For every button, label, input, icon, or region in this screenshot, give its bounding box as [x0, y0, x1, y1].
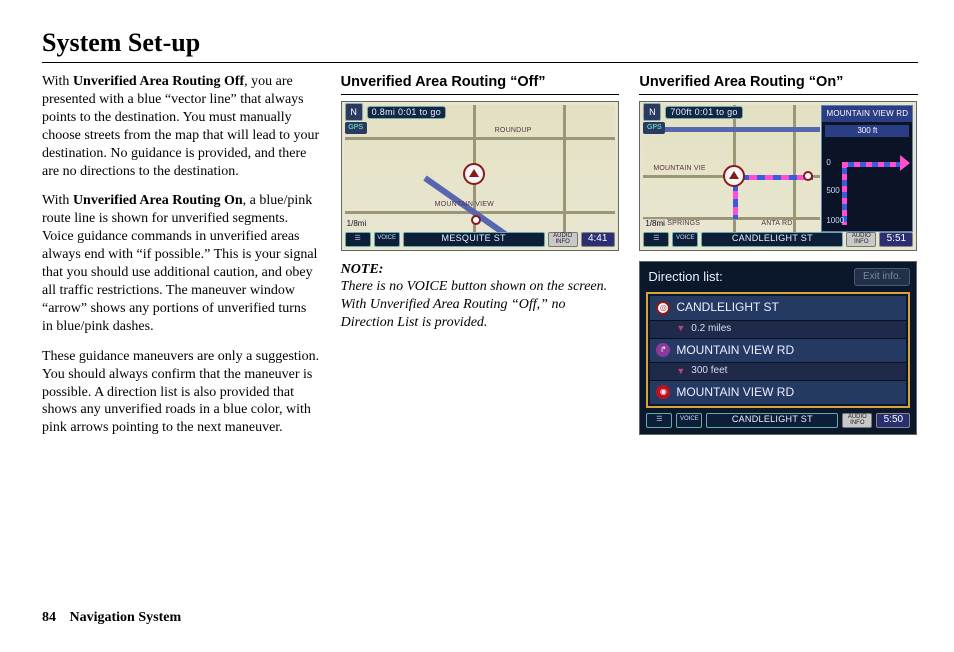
- text: With: [42, 74, 73, 89]
- vehicle-marker-icon: [463, 163, 485, 185]
- paragraph: With Unverified Area Routing On, a blue/…: [42, 192, 321, 335]
- body-column-1: With Unverified Area Routing Off, you ar…: [42, 73, 321, 449]
- subheading-off: Unverified Area Routing “Off”: [341, 73, 620, 92]
- turn-icon: ↱: [656, 343, 670, 357]
- direction-text: MOUNTAIN VIEW RD: [676, 343, 794, 358]
- clock: 5:51: [879, 232, 913, 247]
- paragraph: These guidance maneuvers are only a sugg…: [42, 348, 321, 438]
- direction-row[interactable]: ◉ MOUNTAIN VIEW RD: [650, 381, 906, 404]
- maneuver-arrow-icon: [842, 162, 847, 225]
- title-rule: [42, 62, 918, 63]
- page-number: 84: [42, 610, 56, 625]
- text: , you are presented with a blue “vector …: [42, 74, 319, 179]
- icon-button[interactable]: ☰: [345, 232, 371, 247]
- chevron-down-icon: ▼: [676, 366, 685, 378]
- maneuver-distance: 300 ft: [825, 125, 909, 137]
- body-column-3: Unverified Area Routing “On” MOUNTAIN VI…: [639, 73, 918, 449]
- direction-text: 0.2 miles: [691, 323, 731, 336]
- nav-screenshot-off: ROUNDUP MOUNTAIN VIEW N 0.8mi 0:01 to go…: [341, 101, 619, 251]
- note-body: There is no VOICE button shown on the sc…: [341, 278, 620, 332]
- direction-list-title: Direction list:: [648, 269, 722, 286]
- clock: 4:41: [581, 232, 615, 247]
- audio-info-button[interactable]: AUDIO INFO: [548, 232, 578, 247]
- nav-screenshot-on: MOUNTAIN VIE OCK SPRINGS ANTA RD MOUNTAI…: [639, 101, 917, 251]
- note-heading: NOTE:: [341, 261, 620, 279]
- road-label: ROUNDUP: [495, 127, 532, 136]
- map-scale: 1/8mi: [345, 219, 369, 229]
- destination-icon: [471, 215, 481, 225]
- voice-button[interactable]: VOICE: [676, 413, 702, 428]
- subheading-on: Unverified Area Routing “On”: [639, 73, 918, 92]
- text-bold: Unverified Area Routing On: [73, 193, 243, 208]
- destination-icon: [803, 171, 813, 181]
- distance-to-go: 700ft 0:01 to go: [665, 106, 742, 119]
- road-label: MOUNTAIN VIEW: [435, 201, 494, 210]
- text-bold: Unverified Area Routing Off: [73, 74, 244, 89]
- maneuver-arrow-icon: [842, 162, 904, 167]
- direction-distance-row: ▼ 300 feet: [650, 363, 906, 381]
- distance-to-go: 0.8mi 0:01 to go: [367, 106, 446, 119]
- target-icon: ◎: [656, 301, 670, 315]
- direction-text: CANDLELIGHT ST: [676, 300, 778, 315]
- maneuver-arrowhead-icon: [900, 155, 910, 171]
- direction-row[interactable]: ↱ MOUNTAIN VIEW RD: [650, 339, 906, 363]
- audio-info-button[interactable]: AUDIO INFO: [846, 232, 876, 247]
- compass-icon: N: [345, 103, 363, 121]
- icon-button[interactable]: ☰: [646, 413, 672, 428]
- subheading-rule: [341, 94, 620, 95]
- gps-icon: GPS: [643, 122, 665, 134]
- vehicle-marker-icon: [723, 165, 745, 187]
- page-footer: 84 Navigation System: [42, 610, 181, 626]
- direction-row[interactable]: ◎ CANDLELIGHT ST: [650, 296, 906, 320]
- current-street: CANDLELIGHT ST: [706, 413, 838, 428]
- body-column-2: Unverified Area Routing “Off” ROUNDUP MO…: [341, 73, 620, 449]
- gps-icon: GPS: [345, 122, 367, 134]
- current-street: MESQUITE ST: [403, 232, 545, 247]
- map-scale: 1/8mi: [643, 219, 667, 229]
- text: , a blue/pink route line is shown for un…: [42, 193, 317, 333]
- direction-list-frame: ◎ CANDLELIGHT ST ▼ 0.2 miles ↱ MOUNTAIN …: [646, 292, 910, 408]
- exit-info-button[interactable]: Exit info.: [854, 268, 910, 287]
- current-street: CANDLELIGHT ST: [701, 232, 843, 247]
- destination-icon: ◉: [656, 385, 670, 399]
- road-label: MOUNTAIN VIE: [653, 165, 705, 174]
- page-title: System Set-up: [42, 28, 918, 58]
- text: With: [42, 193, 73, 208]
- tick-label: 500: [826, 186, 839, 196]
- icon-button[interactable]: ☰: [643, 232, 669, 247]
- voice-button[interactable]: VOICE: [672, 232, 698, 247]
- direction-distance-row: ▼ 0.2 miles: [650, 321, 906, 339]
- audio-info-button[interactable]: AUDIO INFO: [842, 413, 872, 428]
- voice-button[interactable]: VOICE: [374, 232, 400, 247]
- direction-text: 300 feet: [691, 365, 727, 378]
- section-name: Navigation System: [70, 610, 182, 625]
- paragraph: With Unverified Area Routing Off, you ar…: [42, 73, 321, 180]
- tick-label: 0: [826, 158, 830, 168]
- clock: 5:50: [876, 413, 910, 428]
- chevron-down-icon: ▼: [676, 323, 685, 335]
- tick-label: 1000: [826, 216, 844, 226]
- direction-text: MOUNTAIN VIEW RD: [676, 385, 794, 400]
- compass-icon: N: [643, 103, 661, 121]
- maneuver-panel: MOUNTAIN VIEW RD 300 ft 0 500 1000: [821, 105, 913, 232]
- road-label: ANTA RD: [761, 220, 792, 229]
- direction-list-screenshot: Direction list: Exit info. ◎ CANDLELIGHT…: [639, 261, 917, 435]
- subheading-rule: [639, 94, 918, 95]
